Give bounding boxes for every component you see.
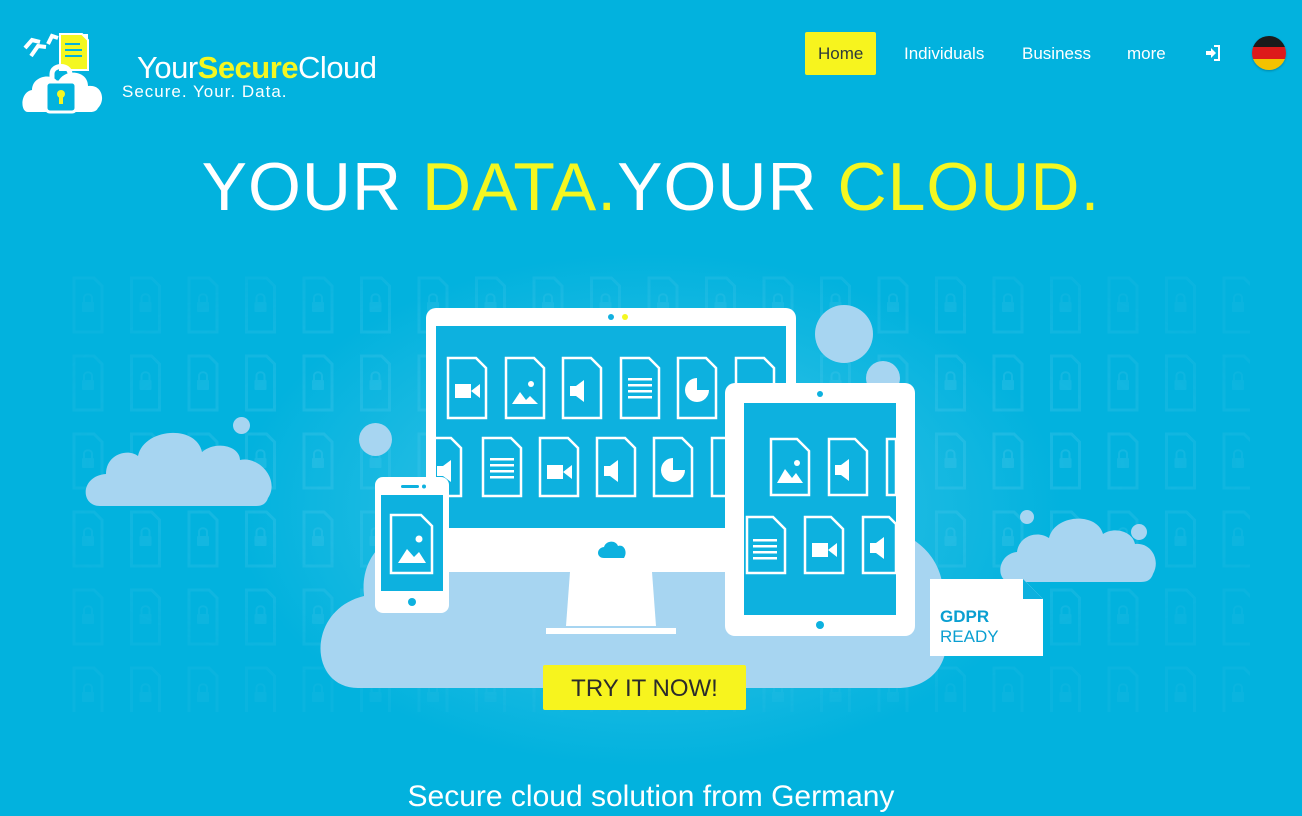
main-nav: Home Individuals Business more <box>805 32 1302 75</box>
nav-individuals[interactable]: Individuals <box>904 32 984 75</box>
headline-your-1: YOUR <box>201 149 422 225</box>
brand-name-cloud: Cloud <box>298 50 377 85</box>
hero-headline: YOUR DATA.YOUR CLOUD. <box>0 148 1302 226</box>
site-logo[interactable]: YourSecureCloud Secure. Your. Data. <box>22 30 382 118</box>
bubble <box>233 417 250 434</box>
cloud-lock-logo-icon <box>22 33 103 114</box>
section-subtitle: Secure cloud solution from Germany <box>407 780 895 813</box>
brand-name-secure: Secure <box>197 50 299 85</box>
gdpr-badge-text: GDPR READY <box>940 607 999 647</box>
headline-data: DATA. <box>421 149 618 225</box>
nav-more[interactable]: more <box>1127 32 1166 75</box>
brand-tagline: Secure. Your. Data. <box>122 82 288 101</box>
bubble <box>815 305 873 363</box>
nav-business[interactable]: Business <box>1022 32 1091 75</box>
gdpr-label: GDPR <box>940 607 990 626</box>
ready-label: READY <box>940 627 999 646</box>
try-it-now-button[interactable]: TRY IT NOW! <box>543 665 746 710</box>
germany-flag-icon[interactable] <box>1252 36 1286 70</box>
left-cloud <box>85 432 272 506</box>
smartphone-device <box>375 477 449 613</box>
sign-in-icon[interactable] <box>1205 45 1221 61</box>
headline-cloud: CLOUD. <box>837 149 1101 225</box>
brand-name-your: Your <box>137 50 198 85</box>
headline-your-2: YOUR <box>617 149 838 225</box>
brand-name: YourSecureCloud <box>137 50 377 86</box>
right-cloud <box>1000 510 1156 582</box>
tablet-device <box>725 383 915 636</box>
nav-home[interactable]: Home <box>805 32 877 75</box>
